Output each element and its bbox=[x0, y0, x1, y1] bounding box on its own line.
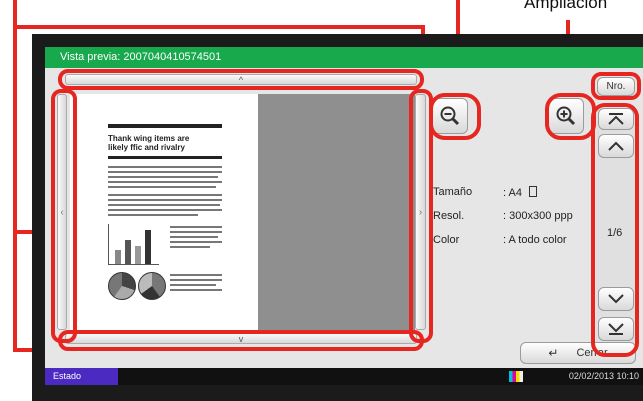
doc-text-line bbox=[108, 194, 222, 196]
doc-text-line bbox=[108, 181, 222, 183]
status-button[interactable]: Estado bbox=[45, 368, 118, 385]
doc-text-line bbox=[108, 209, 222, 211]
color-value: : A todo color bbox=[503, 234, 567, 246]
doc-bar-chart bbox=[108, 224, 159, 265]
doc-pie-chart bbox=[138, 272, 166, 300]
preview-background bbox=[258, 94, 415, 330]
highlight-page-nav bbox=[591, 103, 639, 357]
datetime: 02/02/2013 10:10 bbox=[568, 371, 639, 381]
doc-text-line bbox=[108, 199, 222, 201]
callout-line bbox=[13, 0, 17, 352]
doc-heading-line2: likely ffic and rivalry bbox=[108, 143, 185, 152]
page-orientation-icon bbox=[529, 186, 538, 197]
doc-text-line bbox=[170, 289, 222, 291]
doc-rule-top bbox=[108, 124, 222, 128]
resol-value: : 300x300 ppp bbox=[503, 210, 573, 222]
highlight-top-scroll bbox=[58, 69, 424, 90]
doc-text-line bbox=[170, 241, 222, 243]
highlight-bottom-scroll bbox=[58, 330, 424, 351]
doc-heading-line1: Thank wing items are bbox=[108, 134, 190, 143]
highlight-zoom-in bbox=[545, 93, 596, 140]
toner-level-icon bbox=[509, 371, 523, 382]
doc-text-line bbox=[108, 176, 218, 178]
highlight-left-scroll bbox=[51, 89, 77, 343]
callout-ampliacion-label: Ampliación bbox=[524, 0, 608, 12]
enter-icon: ↵ bbox=[548, 346, 559, 360]
size-label: Tamaño bbox=[433, 186, 473, 198]
doc-text-line bbox=[108, 186, 216, 188]
doc-text-line bbox=[108, 214, 198, 216]
doc-text-line bbox=[108, 166, 222, 168]
status-bar: Estado 02/02/2013 10:10 bbox=[45, 368, 643, 385]
callout-line bbox=[13, 25, 425, 29]
doc-text-line bbox=[170, 226, 222, 228]
doc-text-line bbox=[108, 204, 220, 206]
doc-text-line bbox=[170, 279, 222, 281]
doc-pie-chart bbox=[108, 272, 136, 300]
color-label: Color bbox=[433, 234, 460, 246]
highlight-zoom-out bbox=[429, 93, 481, 140]
document-page: Thank wing items are likely ffic and riv… bbox=[80, 94, 257, 330]
size-value: : A4 bbox=[503, 186, 538, 199]
doc-rule-mid bbox=[108, 156, 222, 159]
doc-text-line bbox=[170, 236, 218, 238]
preview-area: Thank wing items are likely ffic and riv… bbox=[70, 94, 415, 330]
doc-text-line bbox=[170, 231, 222, 233]
highlight-nro bbox=[591, 72, 641, 100]
doc-text-line bbox=[170, 284, 216, 286]
doc-heading: Thank wing items are likely ffic and riv… bbox=[108, 134, 189, 152]
doc-text-line bbox=[108, 171, 222, 173]
resol-label: Resol. bbox=[433, 210, 465, 222]
size-value-text: : A4 bbox=[503, 187, 522, 199]
window-title: Vista previa: 2007040410574501 bbox=[45, 47, 643, 68]
doc-text-line bbox=[170, 274, 222, 276]
doc-text-line bbox=[170, 246, 210, 248]
